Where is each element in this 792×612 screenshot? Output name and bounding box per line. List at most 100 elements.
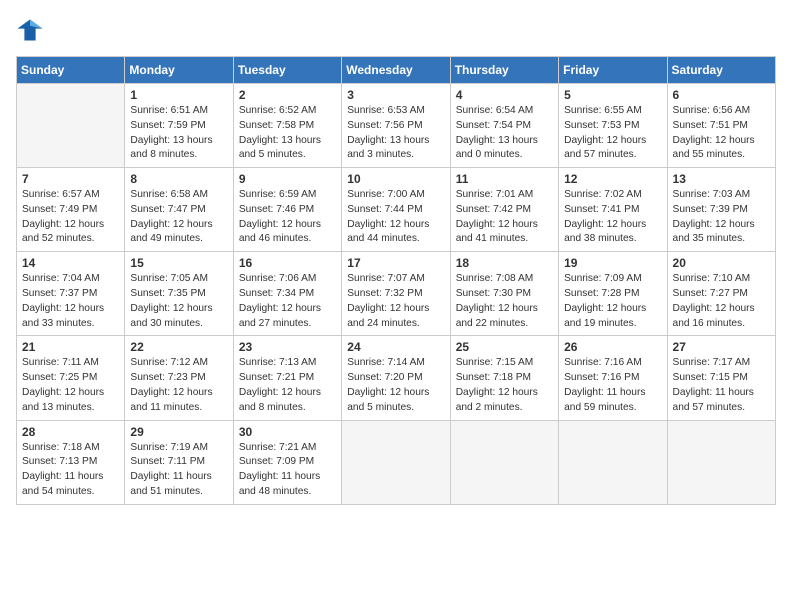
day-info: Sunrise: 7:02 AMSunset: 7:41 PMDaylight:… [564, 188, 661, 247]
calendar-cell: 26 Sunrise: 7:16 AMSunset: 7:16 PMDayligh… [559, 336, 667, 420]
calendar-cell: 6 Sunrise: 6:56 AMSunset: 7:51 PMDaylight… [667, 84, 775, 168]
calendar-body: 1Sunrise: 6:51 AMSunset: 7:59 PMDaylight… [17, 84, 776, 505]
calendar-cell: 10 Sunrise: 7:00 AMSunset: 7:44 PMDayligh… [342, 168, 450, 252]
calendar-cell: 24 Sunrise: 7:14 AMSunset: 7:20 PMDayligh… [342, 336, 450, 420]
day-info: Sunrise: 7:10 AMSunset: 7:27 PMDaylight:… [673, 272, 770, 331]
calendar-cell: 3Sunrise: 6:53 AMSunset: 7:56 PMDaylight… [342, 84, 450, 168]
day-info: Sunrise: 7:21 AMSunset: 7:09 PMDaylight:… [239, 441, 336, 500]
day-number: 10 [347, 172, 444, 186]
day-number: 22 [130, 340, 227, 354]
day-number: 4 [456, 88, 553, 102]
day-number: 8 [130, 172, 227, 186]
day-number: 30 [239, 425, 336, 439]
calendar-table: SundayMondayTuesdayWednesdayThursdayFrid… [16, 56, 776, 505]
day-number: 26 [564, 340, 661, 354]
day-info: Sunrise: 7:14 AMSunset: 7:20 PMDaylight:… [347, 356, 444, 415]
calendar-cell: 15 Sunrise: 7:05 AMSunset: 7:35 PMDayligh… [125, 252, 233, 336]
day-number: 25 [456, 340, 553, 354]
calendar-week-row: 1Sunrise: 6:51 AMSunset: 7:59 PMDaylight… [17, 84, 776, 168]
calendar-cell [559, 420, 667, 504]
calendar-header-friday: Friday [559, 57, 667, 84]
calendar-cell: 8 Sunrise: 6:58 AMSunset: 7:47 PMDaylight… [125, 168, 233, 252]
day-number: 12 [564, 172, 661, 186]
day-info: Sunrise: 7:13 AMSunset: 7:21 PMDaylight:… [239, 356, 336, 415]
calendar-cell: 14 Sunrise: 7:04 AMSunset: 7:37 PMDayligh… [17, 252, 125, 336]
calendar-week-row: 7Sunrise: 6:57 AMSunset: 7:49 PMDaylight… [17, 168, 776, 252]
calendar-cell: 4 Sunrise: 6:54 AMSunset: 7:54 PMDaylight… [450, 84, 558, 168]
day-info: Sunrise: 6:52 AMSunset: 7:58 PMDaylight:… [239, 104, 336, 163]
calendar-week-row: 21 Sunrise: 7:11 AMSunset: 7:25 PMDayligh… [17, 336, 776, 420]
day-info: Sunrise: 7:04 AMSunset: 7:37 PMDaylight:… [22, 272, 119, 331]
day-number: 21 [22, 340, 119, 354]
day-number: 16 [239, 256, 336, 270]
calendar-cell: 1Sunrise: 6:51 AMSunset: 7:59 PMDaylight… [125, 84, 233, 168]
page-header [16, 16, 776, 44]
day-number: 29 [130, 425, 227, 439]
day-info: Sunrise: 7:08 AMSunset: 7:30 PMDaylight:… [456, 272, 553, 331]
calendar-header-thursday: Thursday [450, 57, 558, 84]
calendar-cell: 17 Sunrise: 7:07 AMSunset: 7:32 PMDayligh… [342, 252, 450, 336]
day-number: 17 [347, 256, 444, 270]
calendar-cell [450, 420, 558, 504]
calendar-week-row: 14 Sunrise: 7:04 AMSunset: 7:37 PMDayligh… [17, 252, 776, 336]
day-number: 3 [347, 88, 444, 102]
calendar-cell: 20 Sunrise: 7:10 AMSunset: 7:27 PMDayligh… [667, 252, 775, 336]
day-info: Sunrise: 7:00 AMSunset: 7:44 PMDaylight:… [347, 188, 444, 247]
calendar-cell: 16 Sunrise: 7:06 AMSunset: 7:34 PMDayligh… [233, 252, 341, 336]
day-number: 24 [347, 340, 444, 354]
day-info: Sunrise: 6:58 AMSunset: 7:47 PMDaylight:… [130, 188, 227, 247]
day-info: Sunrise: 7:18 AMSunset: 7:13 PMDaylight:… [22, 441, 119, 500]
day-number: 13 [673, 172, 770, 186]
day-number: 11 [456, 172, 553, 186]
day-info: Sunrise: 7:06 AMSunset: 7:34 PMDaylight:… [239, 272, 336, 331]
day-info: Sunrise: 6:51 AMSunset: 7:59 PMDaylight:… [130, 104, 227, 163]
day-number: 27 [673, 340, 770, 354]
logo-icon [16, 16, 44, 44]
calendar-cell: 11 Sunrise: 7:01 AMSunset: 7:42 PMDayligh… [450, 168, 558, 252]
calendar-header-tuesday: Tuesday [233, 57, 341, 84]
calendar-cell: 19Sunrise: 7:09 AMSunset: 7:28 PMDayligh… [559, 252, 667, 336]
calendar-cell: 18Sunrise: 7:08 AMSunset: 7:30 PMDayligh… [450, 252, 558, 336]
day-number: 5 [564, 88, 661, 102]
calendar-cell: 28 Sunrise: 7:18 AMSunset: 7:13 PMDayligh… [17, 420, 125, 504]
calendar-header-monday: Monday [125, 57, 233, 84]
calendar-week-row: 28 Sunrise: 7:18 AMSunset: 7:13 PMDayligh… [17, 420, 776, 504]
calendar-header-saturday: Saturday [667, 57, 775, 84]
day-info: Sunrise: 7:11 AMSunset: 7:25 PMDaylight:… [22, 356, 119, 415]
day-info: Sunrise: 6:57 AMSunset: 7:49 PMDaylight:… [22, 188, 119, 247]
calendar-cell: 9 Sunrise: 6:59 AMSunset: 7:46 PMDaylight… [233, 168, 341, 252]
calendar-cell: 21 Sunrise: 7:11 AMSunset: 7:25 PMDayligh… [17, 336, 125, 420]
logo [16, 16, 48, 44]
calendar-cell: 29Sunrise: 7:19 AMSunset: 7:11 PMDayligh… [125, 420, 233, 504]
calendar-cell: 5 Sunrise: 6:55 AMSunset: 7:53 PMDaylight… [559, 84, 667, 168]
calendar-cell: 13Sunrise: 7:03 AMSunset: 7:39 PMDayligh… [667, 168, 775, 252]
calendar-cell [342, 420, 450, 504]
day-number: 19 [564, 256, 661, 270]
day-number: 6 [673, 88, 770, 102]
day-number: 28 [22, 425, 119, 439]
calendar-cell: 7Sunrise: 6:57 AMSunset: 7:49 PMDaylight… [17, 168, 125, 252]
calendar-cell: 12 Sunrise: 7:02 AMSunset: 7:41 PMDayligh… [559, 168, 667, 252]
day-info: Sunrise: 7:15 AMSunset: 7:18 PMDaylight:… [456, 356, 553, 415]
day-info: Sunrise: 7:01 AMSunset: 7:42 PMDaylight:… [456, 188, 553, 247]
day-number: 14 [22, 256, 119, 270]
calendar-cell [17, 84, 125, 168]
day-info: Sunrise: 6:56 AMSunset: 7:51 PMDaylight:… [673, 104, 770, 163]
calendar-cell: 2 Sunrise: 6:52 AMSunset: 7:58 PMDaylight… [233, 84, 341, 168]
day-info: Sunrise: 6:54 AMSunset: 7:54 PMDaylight:… [456, 104, 553, 163]
day-number: 20 [673, 256, 770, 270]
calendar-cell [667, 420, 775, 504]
calendar-cell: 23 Sunrise: 7:13 AMSunset: 7:21 PMDayligh… [233, 336, 341, 420]
day-number: 9 [239, 172, 336, 186]
day-info: Sunrise: 7:12 AMSunset: 7:23 PMDaylight:… [130, 356, 227, 415]
day-info: Sunrise: 6:59 AMSunset: 7:46 PMDaylight:… [239, 188, 336, 247]
day-info: Sunrise: 7:07 AMSunset: 7:32 PMDaylight:… [347, 272, 444, 331]
day-info: Sunrise: 7:05 AMSunset: 7:35 PMDaylight:… [130, 272, 227, 331]
day-info: Sunrise: 7:16 AMSunset: 7:16 PMDaylight:… [564, 356, 661, 415]
calendar-cell: 22 Sunrise: 7:12 AMSunset: 7:23 PMDayligh… [125, 336, 233, 420]
calendar-header-wednesday: Wednesday [342, 57, 450, 84]
day-number: 2 [239, 88, 336, 102]
day-info: Sunrise: 6:55 AMSunset: 7:53 PMDaylight:… [564, 104, 661, 163]
day-number: 15 [130, 256, 227, 270]
day-number: 23 [239, 340, 336, 354]
